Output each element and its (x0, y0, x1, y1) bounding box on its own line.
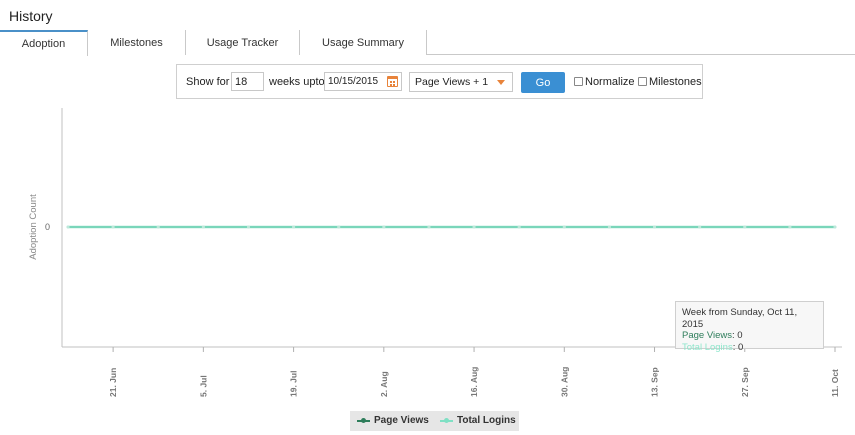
chart-legend: Page Views Total Logins (350, 411, 519, 431)
legend-item-total-logins[interactable]: Total Logins (440, 415, 516, 426)
x-tick-label: 27. Sep (740, 367, 750, 397)
weeks-upto-label: weeks upto (269, 76, 325, 88)
controls-panel: Show for weeks upto 10/15/2015 Page View… (176, 64, 703, 99)
date-value: 10/15/2015 (328, 76, 379, 87)
adoption-chart: Adoption Count 0 21. Jun 5. Jul 19. Jul 2. Au… (28, 108, 842, 397)
tooltip-total-logins-value: : 0 (732, 341, 744, 353)
page-title: History (9, 8, 53, 24)
metric-select-value: Page Views + 1 (415, 76, 489, 88)
x-tick-label: 5. Jul (198, 375, 208, 397)
x-tick-label: 19. Jul (289, 371, 299, 397)
legend-swatch-total-logins (440, 417, 453, 423)
data-point-total-logins (743, 225, 747, 229)
tooltip-total-logins-label: Total Logins (682, 341, 733, 353)
go-button[interactable]: Go (521, 72, 565, 93)
y-axis-label: Adoption Count (28, 194, 39, 260)
data-point-total-logins (246, 225, 250, 229)
y-tick-label: 0 (45, 222, 50, 232)
data-point-total-logins (292, 225, 296, 229)
tooltip-page-views-value: : 0 (732, 330, 743, 341)
data-point-total-logins (382, 225, 386, 229)
x-tick-label: 21. Jun (108, 368, 118, 397)
show-for-label: Show for (186, 76, 230, 88)
calendar-icon[interactable] (387, 76, 398, 87)
data-point-total-logins (698, 225, 702, 229)
data-point-total-logins (337, 225, 341, 229)
data-point-total-logins (66, 225, 70, 229)
data-point-total-logins (111, 225, 115, 229)
x-tick-label: 30. Aug (559, 367, 569, 397)
data-point-total-logins (607, 225, 611, 229)
tooltip-total-logins: Total Logins: 0 (682, 342, 817, 354)
data-point-total-logins (156, 225, 160, 229)
tooltip-header: Week from Sunday, Oct 11, 2015 (682, 307, 798, 330)
data-point-total-logins (201, 225, 205, 229)
chevron-down-icon (497, 80, 505, 85)
tooltip-page-views-label: Page Views (682, 330, 732, 341)
tab-adoption[interactable]: Adoption (0, 30, 88, 56)
data-point-total-logins (427, 225, 431, 229)
data-point-total-logins (788, 225, 792, 229)
x-tick-label: 2. Aug (379, 371, 389, 397)
legend-swatch-page-views (357, 417, 370, 423)
tab-usage-tracker[interactable]: Usage Tracker (186, 30, 300, 55)
legend-label-page-views: Page Views (374, 415, 429, 426)
date-field[interactable]: 10/15/2015 (324, 72, 402, 91)
data-point-total-logins (653, 225, 657, 229)
milestones-checkbox[interactable] (638, 77, 647, 86)
weeks-input[interactable] (231, 72, 264, 91)
normalize-checkbox[interactable] (574, 77, 583, 86)
x-tick-label: 13. Sep (650, 367, 660, 397)
data-point-total-logins (517, 225, 521, 229)
milestones-label: Milestones (649, 76, 702, 88)
normalize-label: Normalize (585, 76, 635, 88)
x-tick-label: 16. Aug (469, 367, 479, 397)
tab-bar: Adoption Milestones Usage Tracker Usage … (0, 30, 855, 56)
legend-label-total-logins: Total Logins (457, 415, 516, 426)
tab-milestones[interactable]: Milestones (88, 30, 186, 55)
metric-select[interactable]: Page Views + 1 (409, 72, 513, 92)
tab-usage-summary[interactable]: Usage Summary (300, 30, 427, 55)
data-point-total-logins (833, 225, 837, 229)
tooltip-page-views: Page Views: 0 (682, 330, 817, 342)
x-tick-label: 11. Oct (830, 369, 840, 397)
legend-item-page-views[interactable]: Page Views (357, 415, 429, 426)
data-point-total-logins (472, 225, 476, 229)
data-point-total-logins (562, 225, 566, 229)
chart-tooltip: Week from Sunday, Oct 11, 2015 Page View… (675, 301, 824, 353)
